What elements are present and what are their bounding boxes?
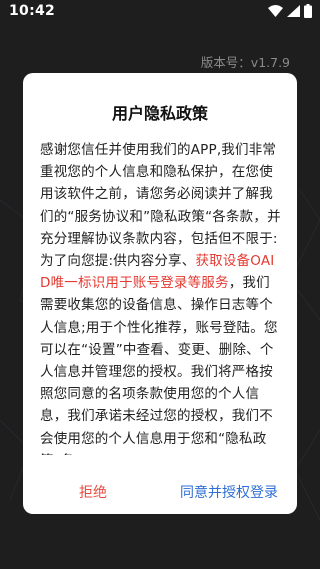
signal-icon — [287, 5, 300, 17]
version-label: 版本号：v1.7.9 — [200, 55, 290, 70]
status-icons — [268, 4, 312, 18]
wifi-icon — [268, 5, 283, 17]
refuse-button[interactable]: 拒绝 — [63, 477, 123, 509]
privacy-policy-dialog: 用户隐私政策 感谢您信任并使用我们的APP,我们非常重视您的个人信息和隐私保护，… — [23, 73, 297, 514]
status-bar: 10:42 — [0, 0, 320, 24]
agree-and-authorize-button[interactable]: 同意并授权登录 — [173, 477, 285, 509]
dialog-title: 用户隐私政策 — [111, 104, 208, 123]
app-screen: 10:42 版本号：v1.7.9 用户隐私政策 感谢您信任并使用我们的APP,我… — [0, 0, 320, 569]
body-text-part1: 感谢您信任并使用我们的APP,我们非常重视您的个人信息和隐私保护，在您使用该软件… — [40, 142, 281, 270]
status-time: 10:42 — [9, 3, 56, 19]
battery-icon — [304, 4, 312, 18]
dialog-footer: 拒绝 同意并授权登录 — [23, 477, 297, 509]
dialog-body[interactable]: 感谢您信任并使用我们的APP,我们非常重视您的个人信息和隐私保护，在您使用该软件… — [40, 139, 283, 455]
body-text-part2: ，我们需要收集您的设备信息、操作日志等个人信息;用于个性化推荐，账号登陆。您可以… — [40, 275, 278, 455]
